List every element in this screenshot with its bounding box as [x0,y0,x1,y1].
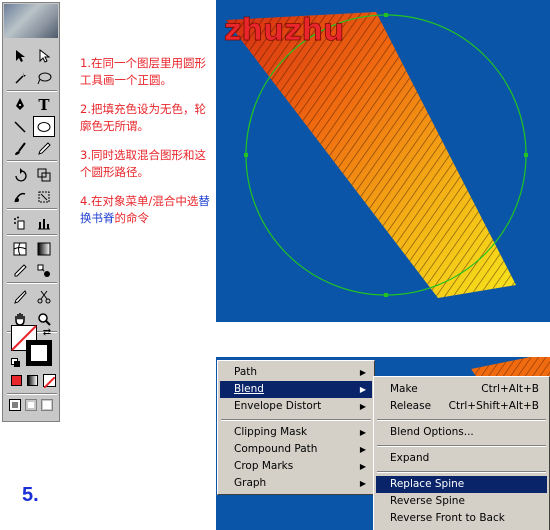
toolbox-separator [7,90,57,92]
mesh-tool-icon[interactable] [9,238,31,259]
default-colors-icon[interactable] [11,355,21,367]
artwork-canvas[interactable]: zhuzhu [216,0,550,322]
menu-separator [377,419,546,421]
menu-item-crop-marks[interactable]: Crop Marks ▶ [220,458,372,475]
swap-fill-stroke-icon[interactable]: ⇄ [40,325,54,339]
note-step-4-suffix: 的命令 [114,211,150,225]
scissors-tool-icon[interactable] [33,286,55,307]
color-mode-button[interactable] [11,375,22,386]
slice-tool-icon[interactable] [9,286,31,307]
paintbrush-tool-icon[interactable] [9,138,31,159]
menu-item-blend[interactable]: Blend ▶ [220,381,372,398]
menu-separator [221,419,371,421]
gradient-mode-button[interactable] [27,375,38,386]
toolbox-separator [7,208,57,210]
line-tool-icon[interactable] [9,116,31,137]
eyedropper-tool-icon[interactable] [9,260,31,281]
submenu-item-make[interactable]: Make Ctrl+Alt+B [376,381,547,398]
instruction-notes: 1.在同一个图层里用圆形工具画一个正圆。 2.把填充色设为无色，轮廓色无所谓。 … [80,55,215,239]
object-menu: Path ▶ Blend ▶ Envelope Distort ▶ Clipping … [217,360,375,495]
warp-tool-icon[interactable] [9,186,31,207]
toolbox-separator [7,234,57,236]
menu-item-clipping-mask[interactable]: Clipping Mask ▶ [220,424,372,441]
submenu-item-replace-spine[interactable]: Replace Spine [376,476,547,493]
pencil-tool-icon[interactable] [33,138,55,159]
standard-screen-mode-icon[interactable] [9,399,21,411]
note-step-4-prefix: 4.在对象菜单/混合中选 [80,194,199,208]
submenu-item-expand[interactable]: Expand [376,450,547,467]
submenu-item-blend-options[interactable]: Blend Options... [376,424,547,441]
rotate-tool-icon[interactable] [9,164,31,185]
stroke-swatch[interactable] [25,339,53,367]
menu-item-graph[interactable]: Graph ▶ [220,475,372,492]
ellipse-tool-icon[interactable] [33,116,55,137]
blend-steps [226,12,516,298]
note-step-1: 1.在同一个图层里用圆形工具画一个正圆。 [80,56,206,87]
magic-wand-tool-icon[interactable] [9,67,31,88]
free-transform-tool-icon[interactable] [33,186,55,207]
menu-separator [377,445,546,447]
full-screen-menu-mode-icon[interactable] [25,399,37,411]
tools-panel: T ⇄ [2,2,60,422]
blend-artwork: zhuzhu [224,12,528,298]
menu-item-compound-path[interactable]: Compound Path ▶ [220,441,372,458]
menu-item-envelope-distort[interactable]: Envelope Distort ▶ [220,398,372,415]
toolbox-separator [7,282,57,284]
symbol-sprayer-tool-icon[interactable] [9,212,31,233]
type-tool-icon[interactable]: T [33,94,55,115]
pen-tool-icon[interactable] [9,94,31,115]
submenu-item-release[interactable]: Release Ctrl+Shift+Alt+B [376,398,547,415]
graph-tool-icon[interactable] [33,212,55,233]
toolbox-separator [7,160,57,162]
submenu-item-reverse-front-to-back[interactable]: Reverse Front to Back [376,510,547,527]
selection-tool-icon[interactable] [9,45,31,66]
note-step-2: 2.把填充色设为无色，轮廓色无所谓。 [80,102,206,133]
lasso-tool-icon[interactable] [33,67,55,88]
toolbox-header-image [4,4,58,38]
full-screen-mode-icon[interactable] [41,399,53,411]
note-step-3: 3.同时选取混合图形和这个圆形路径。 [80,148,206,179]
blend-tool-icon[interactable] [33,260,55,281]
menu-item-path[interactable]: Path ▶ [220,364,372,381]
note-step-4: 4.在对象菜单/混合中选替换书脊的命令 [80,193,215,227]
menu-separator [377,471,546,473]
toolbox-separator [7,393,57,395]
direct-selection-tool-icon[interactable] [33,45,55,66]
blend-text-artwork: zhuzhu [224,13,344,48]
submenu-item-reverse-spine[interactable]: Reverse Spine [376,493,547,510]
step-number: 5. [22,484,39,506]
gradient-tool-icon[interactable] [33,238,55,259]
scale-tool-icon[interactable] [33,164,55,185]
blend-submenu: Make Ctrl+Alt+B Release Ctrl+Shift+Alt+B B… [373,376,550,530]
none-mode-button[interactable] [43,374,56,389]
